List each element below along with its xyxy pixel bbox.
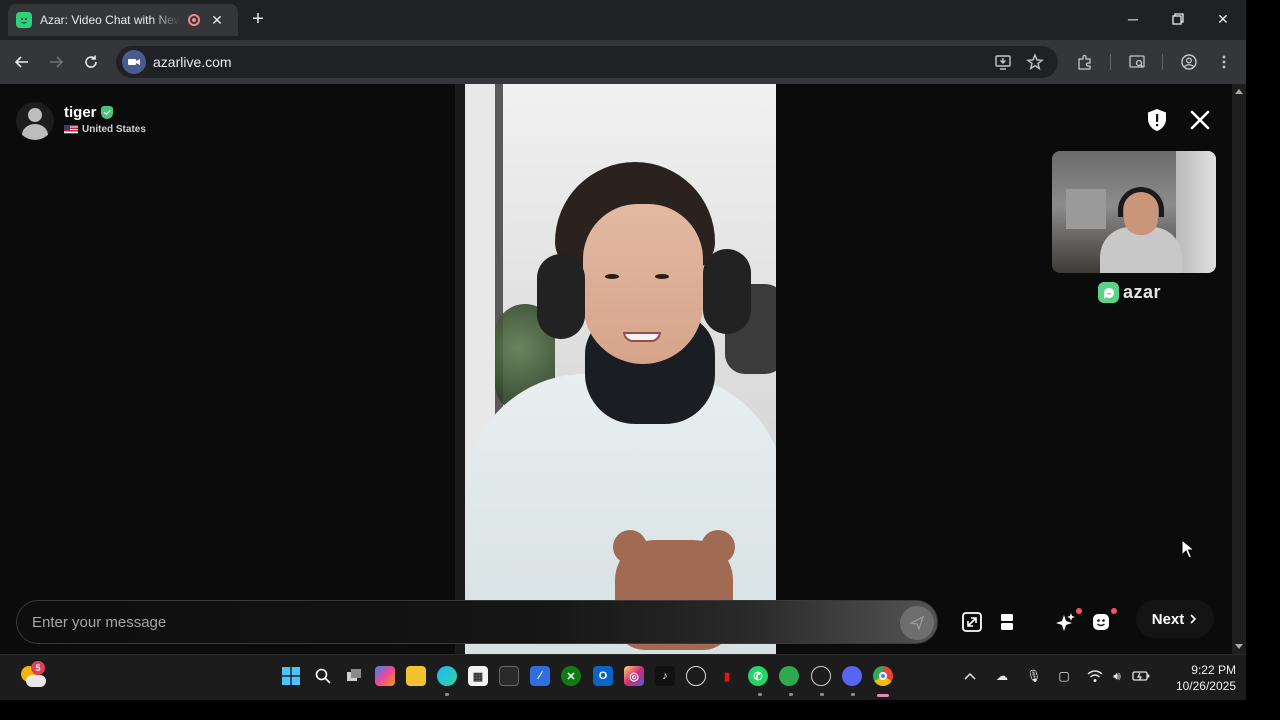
site-info-icon[interactable] — [122, 50, 146, 74]
scroll-up-arrow-icon[interactable] — [1235, 89, 1243, 94]
outlook-icon[interactable]: O — [593, 666, 613, 686]
weather-badge: 5 — [31, 661, 45, 675]
azar-logo: azar — [1098, 282, 1161, 303]
minimize-button[interactable]: ─ — [1110, 0, 1156, 38]
next-label: Next — [1151, 610, 1185, 628]
cloud-icon — [26, 675, 46, 687]
extensions-icon[interactable] — [1073, 50, 1097, 74]
message-input[interactable]: Enter your message — [16, 600, 938, 644]
partner-name: tiger — [64, 104, 97, 121]
discord-icon[interactable] — [842, 666, 862, 686]
us-flag-icon — [64, 125, 78, 134]
sparkle-icon[interactable] — [1052, 608, 1082, 636]
volume-icon[interactable]: 🔊︎ — [1108, 667, 1126, 685]
xbox-icon[interactable]: ✕ — [561, 666, 581, 686]
visual-studio-icon[interactable]: ∕ — [530, 666, 550, 686]
instagram-icon[interactable]: ◎ — [624, 666, 644, 686]
clock-time: 9:22 PM — [1191, 663, 1236, 677]
profile-icon[interactable] — [1177, 50, 1201, 74]
partner-profile[interactable]: tiger United States — [16, 102, 146, 140]
running-indicator — [758, 693, 762, 696]
chrome-icon[interactable] — [873, 666, 893, 686]
recording-icon — [188, 14, 200, 26]
wifi-icon[interactable] — [1086, 667, 1104, 685]
file-explorer-icon[interactable] — [406, 666, 426, 686]
store-icon[interactable]: ▦ — [468, 666, 488, 686]
restore-button[interactable] — [1155, 0, 1201, 38]
chatgpt-icon[interactable] — [686, 666, 706, 686]
microphone-icon[interactable]: 🎙︎ — [1025, 667, 1043, 685]
app-icon[interactable] — [499, 666, 519, 686]
azar-logo-icon — [1098, 282, 1119, 303]
active-app-indicator — [877, 694, 889, 697]
running-indicator — [851, 693, 855, 696]
screen-edge — [1246, 0, 1280, 720]
windows-taskbar: 5 ▦ ∕ ✕ O ◎ ♪ ▮ ✆ ☁ 🎙︎ ▢ 🔊︎ 9:22 PM 10/2… — [0, 654, 1246, 700]
running-indicator — [820, 693, 824, 696]
scroll-down-arrow-icon[interactable] — [1235, 644, 1243, 649]
tray-chevron-up-icon[interactable] — [961, 667, 979, 685]
close-icon[interactable] — [1188, 108, 1212, 132]
close-window-button[interactable]: ✕ — [1200, 0, 1246, 38]
address-bar[interactable]: azarlive.com — [116, 46, 1058, 78]
screen-bottom-edge — [0, 700, 1280, 720]
browser-tab[interactable]: Azar: Video Chat with New Friends ✕ — [8, 4, 238, 36]
browser-toolbar: azarlive.com — [0, 40, 1246, 84]
browser-tab-strip: Azar: Video Chat with New Friends ✕ + ─ … — [0, 0, 1246, 40]
new-tab-button[interactable]: + — [248, 8, 268, 32]
avatar[interactable] — [16, 102, 54, 140]
side-panel-search-icon[interactable] — [1125, 50, 1149, 74]
onedrive-icon[interactable]: ☁ — [993, 667, 1011, 685]
running-indicator — [789, 693, 793, 696]
obs-icon[interactable] — [811, 666, 831, 686]
forward-button[interactable] — [44, 50, 68, 74]
robinhood-icon[interactable] — [779, 666, 799, 686]
tab-title: Azar: Video Chat with New Friends — [40, 13, 180, 27]
back-button[interactable] — [10, 50, 34, 74]
windows-start-icon[interactable] — [281, 666, 301, 686]
weather-widget[interactable]: 5 — [18, 661, 46, 691]
verified-badge-icon — [100, 106, 113, 119]
toolbar-divider — [1162, 54, 1163, 70]
bookmark-star-icon[interactable] — [1023, 50, 1047, 74]
tab-close-icon[interactable]: ✕ — [208, 12, 226, 29]
azar-favicon-icon — [16, 12, 32, 28]
azar-page: tiger United States azar Enter your mess… — [0, 84, 1232, 654]
task-view-icon[interactable] — [344, 666, 364, 686]
reload-button[interactable] — [79, 50, 103, 74]
tiktok-icon[interactable]: ♪ — [655, 666, 675, 686]
partner-country: United States — [82, 124, 146, 135]
screen-capture-icon[interactable]: ▢ — [1055, 667, 1073, 685]
message-placeholder: Enter your message — [32, 613, 167, 631]
running-indicator — [445, 693, 449, 696]
page-scrollbar[interactable] — [1232, 84, 1246, 654]
edge-icon[interactable] — [437, 666, 457, 686]
send-icon[interactable] — [900, 606, 934, 640]
notification-dot — [1076, 608, 1082, 614]
partner-country-row: United States — [64, 124, 146, 135]
copilot-icon[interactable] — [375, 666, 395, 686]
report-shield-icon[interactable] — [1146, 108, 1168, 132]
install-app-icon[interactable] — [991, 50, 1015, 74]
adobe-icon[interactable]: ▮ — [717, 666, 737, 686]
layout-icon[interactable] — [993, 608, 1021, 636]
self-camera-preview — [1052, 151, 1216, 273]
azar-logo-text: azar — [1123, 282, 1162, 302]
notification-dot — [1111, 608, 1117, 614]
clock-date: 10/26/2025 — [1175, 679, 1236, 693]
next-button[interactable]: Next — [1136, 600, 1214, 638]
toolbar-divider — [1110, 54, 1111, 70]
partner-video — [455, 84, 776, 654]
whatsapp-icon[interactable]: ✆ — [748, 666, 768, 686]
expand-icon[interactable] — [958, 608, 986, 636]
search-icon[interactable] — [313, 666, 333, 686]
mouse-cursor-icon — [1181, 538, 1196, 559]
menu-kebab-icon[interactable] — [1212, 50, 1236, 74]
url-text: azarlive.com — [153, 54, 232, 70]
battery-icon[interactable] — [1132, 667, 1150, 685]
emoji-icon[interactable] — [1087, 608, 1117, 636]
chevron-right-icon — [1190, 614, 1197, 624]
partner-name-row: tiger — [64, 104, 146, 121]
system-clock[interactable]: 9:22 PM 10/26/2025 — [1160, 662, 1236, 694]
